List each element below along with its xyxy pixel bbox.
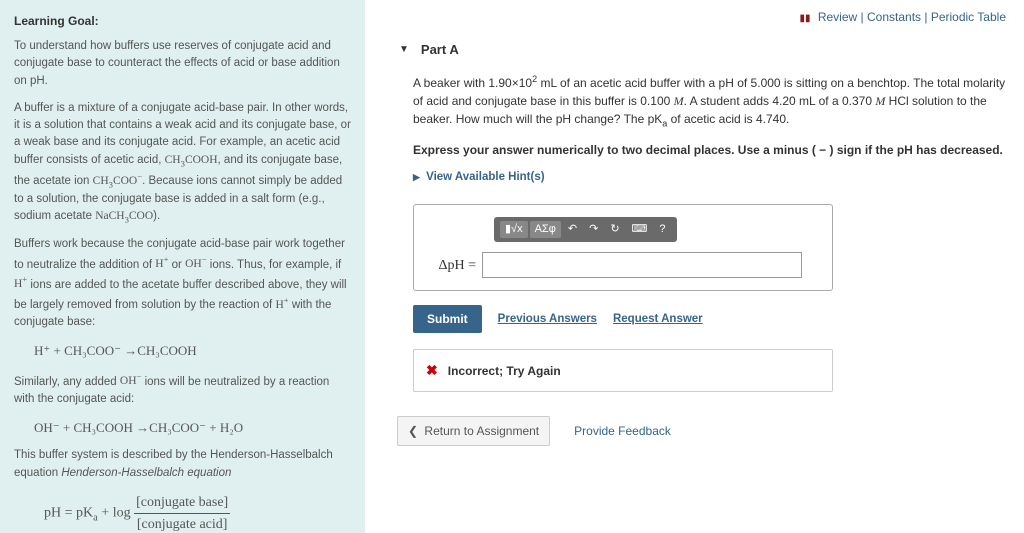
equation-2: OH⁻ + CH₃COOH →CH₃COO⁻ + H₂O [34, 418, 351, 438]
request-answer-link[interactable]: Request Answer [613, 311, 703, 328]
henderson-intro: This buffer system is described by the H… [14, 447, 351, 482]
henderson-equation: pH = pKa + log [conjugate base] [conjuga… [44, 492, 351, 533]
toolbar-help-icon[interactable]: ? [654, 221, 670, 238]
toolbar-template-icon[interactable]: ▮√x [500, 221, 528, 238]
periodic-link[interactable]: Periodic Table [931, 10, 1006, 24]
feedback-message: Incorrect; Try Again [448, 362, 561, 380]
learning-goal-panel: Learning Goal: To understand how buffers… [0, 0, 365, 533]
answer-label: ΔpH = [424, 255, 476, 276]
hints-toggle[interactable]: ▶ View Available Hint(s) [413, 169, 1006, 186]
chevron-left-icon: ❮ [408, 424, 418, 438]
part-label: Part A [421, 42, 459, 57]
feedback-box: ✖ Incorrect; Try Again [413, 349, 833, 392]
bottom-bar: ❮ Return to Assignment Provide Feedback [383, 416, 1006, 446]
answer-input[interactable] [482, 252, 802, 278]
toolbar-reset-icon[interactable]: ↻ [605, 221, 624, 238]
submit-button[interactable]: Submit [413, 305, 482, 333]
instructions: Express your answer numerically to two d… [413, 141, 1006, 159]
oh-neutralize: Similarly, any added OH− ions will be ne… [14, 371, 351, 408]
toolbar-redo-icon[interactable]: ↷ [584, 221, 603, 238]
triangle-right-icon: ▶ [413, 172, 420, 182]
buffer-definition: A buffer is a mixture of a conjugate aci… [14, 100, 351, 227]
main-panel: ▮▮ Review | Constants | Periodic Table ▼… [365, 0, 1024, 533]
caret-down-icon: ▼ [399, 44, 409, 55]
topbar: ▮▮ Review | Constants | Periodic Table [383, 10, 1006, 24]
answer-toolbar: ▮√x ΑΣφ ↶ ↷ ↻ ⌨ ? [494, 217, 677, 242]
incorrect-icon: ✖ [426, 360, 438, 381]
buffer-mechanism: Buffers work because the conjugate acid-… [14, 236, 351, 331]
review-icon: ▮▮ [799, 13, 810, 24]
constants-link[interactable]: Constants [867, 10, 921, 24]
toolbar-undo-icon[interactable]: ↶ [563, 221, 582, 238]
learning-goal-heading: Learning Goal: [14, 12, 351, 30]
actions-row: Submit Previous Answers Request Answer [413, 305, 1006, 333]
return-button[interactable]: ❮ Return to Assignment [397, 416, 550, 446]
provide-feedback-link[interactable]: Provide Feedback [574, 424, 671, 438]
part-header[interactable]: ▼ Part A [383, 42, 1006, 57]
review-link[interactable]: Review [818, 10, 857, 24]
learning-goal-intro: To understand how buffers use reserves o… [14, 38, 351, 90]
problem-text: A beaker with 1.90×102 mL of an acetic a… [413, 73, 1006, 131]
equation-1: H⁺ + CH₃COO⁻ →CH₃COOH [34, 341, 351, 361]
toolbar-symbols-icon[interactable]: ΑΣφ [530, 221, 561, 238]
previous-answers-link[interactable]: Previous Answers [498, 311, 597, 328]
toolbar-keyboard-icon[interactable]: ⌨ [627, 221, 653, 238]
answer-box: ▮√x ΑΣφ ↶ ↷ ↻ ⌨ ? ΔpH = [413, 204, 833, 291]
